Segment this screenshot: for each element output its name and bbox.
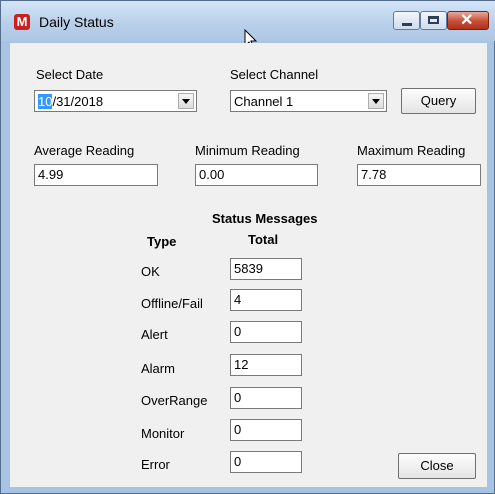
- minimize-icon: [402, 23, 412, 26]
- channel-select[interactable]: Channel 1: [230, 90, 387, 112]
- status-type-ok: OK: [141, 264, 160, 279]
- status-type-overrange: OverRange: [141, 393, 208, 408]
- minimize-button[interactable]: [393, 11, 420, 30]
- minimum-reading-label: Minimum Reading: [195, 143, 300, 158]
- dialog-window: M Daily Status ✕ Select Date 10/31/2018 …: [0, 0, 495, 494]
- dialog-client-area: Select Date 10/31/2018 Select Channel Ch…: [10, 43, 487, 487]
- status-type-alarm: Alarm: [141, 361, 175, 376]
- channel-value: Channel 1: [234, 94, 294, 109]
- maximum-reading-label: Maximum Reading: [357, 143, 466, 158]
- total-column-header: Total: [248, 232, 279, 247]
- status-total-overrange[interactable]: 0: [230, 387, 302, 409]
- status-type-alert: Alert: [141, 327, 168, 342]
- date-dropdown-button[interactable]: [178, 93, 194, 109]
- status-total-error[interactable]: 0: [230, 451, 302, 473]
- average-reading-label: Average Reading: [34, 143, 135, 158]
- status-total-alert[interactable]: 0: [230, 321, 302, 343]
- date-rest: /31/2018: [52, 94, 104, 109]
- status-total-ok[interactable]: 5839: [230, 258, 302, 280]
- select-date-label: Select Date: [36, 67, 104, 82]
- window-title: Daily Status: [39, 14, 114, 30]
- status-total-monitor[interactable]: 0: [230, 419, 302, 441]
- status-type-error: Error: [141, 457, 170, 472]
- maximize-button[interactable]: [420, 11, 447, 30]
- channel-dropdown-button[interactable]: [368, 93, 384, 109]
- maximum-reading-field[interactable]: 7.78: [357, 164, 481, 186]
- close-window-button[interactable]: ✕: [447, 11, 489, 30]
- chevron-down-icon: [372, 99, 380, 104]
- close-button[interactable]: Close: [398, 453, 476, 479]
- chevron-down-icon: [182, 99, 190, 104]
- minimum-reading-field[interactable]: 0.00: [195, 164, 318, 186]
- date-month-selected: 10: [38, 94, 53, 109]
- title-bar[interactable]: M Daily Status ✕: [1, 1, 495, 50]
- date-picker[interactable]: 10/31/2018: [34, 90, 197, 112]
- app-logo-icon: M: [14, 14, 30, 30]
- maximize-icon: [428, 16, 439, 24]
- query-button[interactable]: Query: [401, 88, 476, 114]
- type-column-header: Type: [147, 234, 177, 249]
- status-total-offline-fail[interactable]: 4: [230, 289, 302, 311]
- status-total-alarm[interactable]: 12: [230, 354, 302, 376]
- status-messages-heading: Status Messages: [212, 211, 318, 226]
- select-channel-label: Select Channel: [230, 67, 319, 82]
- status-type-offline-fail: Offline/Fail: [141, 296, 203, 311]
- status-type-monitor: Monitor: [141, 426, 185, 441]
- close-icon: ✕: [460, 12, 474, 29]
- average-reading-field[interactable]: 4.99: [34, 164, 158, 186]
- date-value: 10/31/2018: [38, 94, 103, 109]
